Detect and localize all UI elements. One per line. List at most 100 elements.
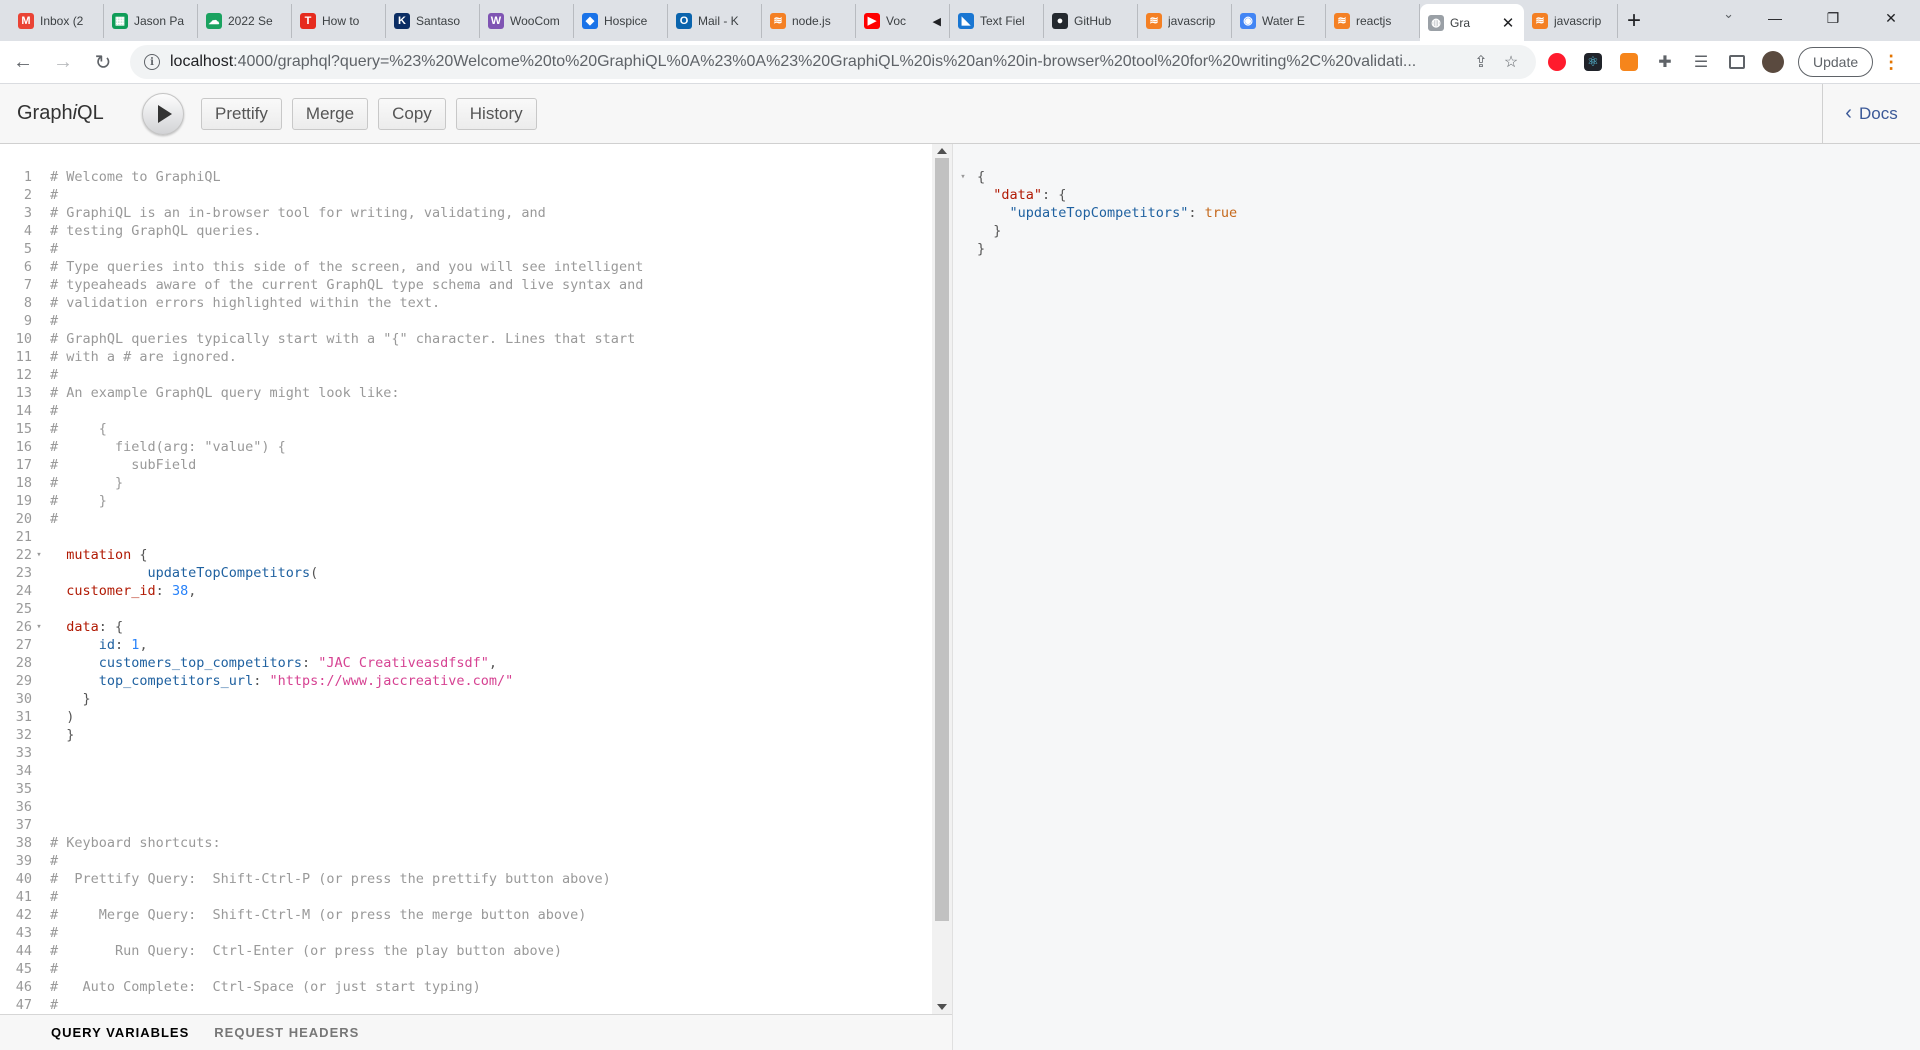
code-line: 44 # Run Query: Ctrl-Enter (or press the … — [0, 942, 643, 960]
browser-tab[interactable]: ◆ Hospice — [574, 4, 668, 38]
code-line: 28 customers_top_competitors: "JAC Creat… — [0, 654, 643, 672]
code-token: updateTopCompetitors — [50, 565, 311, 581]
side-panel-icon[interactable] — [1722, 47, 1752, 77]
code-token: ) — [50, 709, 75, 725]
code-token: # — [50, 853, 59, 869]
new-tab-button[interactable]: + — [1618, 4, 1650, 38]
opera-extension-icon[interactable] — [1542, 47, 1572, 77]
result-viewer[interactable]: ▾{ "data": { "updateTopCompetitors": tru… — [952, 144, 1920, 1050]
tabs-container: M Inbox (2 ▦ Jason Pa ☁ 2022 Se T How to K Santas… — [0, 4, 1618, 41]
browser-tab[interactable]: M Inbox (2 — [10, 4, 104, 38]
tab-title: reactjs — [1356, 14, 1392, 28]
scroll-up-icon[interactable] — [937, 148, 947, 154]
mui-icon: ◣ — [958, 13, 974, 29]
line-number: 15 — [15, 421, 32, 437]
browser-menu-icon[interactable]: ⋮ — [1879, 52, 1903, 73]
forward-icon[interactable]: → — [46, 45, 80, 79]
audio-playing-icon[interactable]: ◀ — [933, 15, 941, 28]
browser-tab[interactable]: ≋ reactjs — [1326, 4, 1420, 38]
line-number: 13 — [15, 385, 32, 401]
docs-button[interactable]: ‹ Docs — [1822, 84, 1920, 143]
query-editor[interactable]: 1 # Welcome to GraphiQL 2 #3 # GraphiQL is a… — [0, 144, 952, 1014]
browser-tab[interactable]: ≋ node.js — [762, 4, 856, 38]
code-token: # { — [50, 421, 107, 437]
site-info-icon[interactable]: i — [144, 54, 160, 70]
line-number: 16 — [15, 439, 32, 455]
browser-tab[interactable]: W WooCom — [480, 4, 574, 38]
extensions-puzzle-icon[interactable]: ✚ — [1650, 47, 1680, 77]
restore-icon[interactable]: ❐ — [1804, 0, 1862, 36]
profile-avatar[interactable] — [1758, 47, 1788, 77]
metamask-icon[interactable] — [1614, 47, 1644, 77]
tab-title: Santaso — [416, 14, 461, 28]
close-window-icon[interactable]: ✕ — [1862, 0, 1920, 36]
minimize-icon[interactable]: — — [1746, 0, 1804, 36]
browser-tab[interactable]: ◍ Gra ✕ — [1420, 4, 1524, 41]
url-text[interactable]: localhost:4000/graphql?query=%23%20Welco… — [170, 53, 1466, 71]
code-text: # GraphiQL is an in-browser tool for wri… — [46, 204, 546, 222]
reading-list-icon[interactable]: ☰ — [1686, 47, 1716, 77]
share-icon[interactable]: ⇪ — [1466, 52, 1496, 72]
run-query-button[interactable] — [142, 92, 184, 135]
code-text: # — [46, 510, 58, 528]
close-tab-icon[interactable]: ✕ — [1500, 14, 1516, 32]
browser-tab[interactable]: ▦ Jason Pa — [104, 4, 198, 38]
query-code-lines[interactable]: 1 # Welcome to GraphiQL 2 #3 # GraphiQL is a… — [0, 168, 644, 1014]
tab-search-icon[interactable]: ⌄ — [1723, 6, 1734, 22]
code-text: # — [46, 240, 58, 258]
tab-title: Water E — [1262, 14, 1305, 28]
code-line: 37 — [0, 816, 643, 834]
code-text: top_competitors_url: "https://www.jaccre… — [46, 672, 514, 690]
scrollbar-thumb[interactable] — [935, 158, 949, 921]
fold-toggle-icon[interactable]: ▾ — [953, 168, 973, 186]
editor-scrollbar[interactable] — [932, 144, 952, 1014]
browser-tab[interactable]: ▶ Voc ◀ — [856, 4, 950, 38]
browser-tab[interactable]: ≋ javascrip — [1524, 4, 1618, 38]
update-button[interactable]: Update — [1798, 47, 1874, 77]
code-text: # An example GraphQL query might look li… — [46, 384, 400, 402]
gmail-icon: M — [18, 13, 34, 29]
merge-button[interactable]: Merge — [291, 97, 369, 130]
browser-tab[interactable]: ◣ Text Fiel — [950, 4, 1044, 38]
code-text: data: { — [46, 618, 123, 636]
react-devtools-icon[interactable]: ⚛ — [1578, 47, 1608, 77]
prettify-button[interactable]: Prettify — [201, 97, 282, 130]
history-button[interactable]: History — [455, 97, 537, 130]
browser-tab[interactable]: O Mail - K — [668, 4, 762, 38]
code-line: 25 — [0, 600, 643, 618]
code-token: 38 — [171, 583, 189, 599]
request-headers-tab[interactable]: REQUEST HEADERS — [214, 1025, 359, 1040]
browser-tab[interactable]: T How to — [292, 4, 386, 38]
address-bar[interactable]: i localhost:4000/graphql?query=%23%20Wel… — [130, 45, 1536, 79]
code-text: # testing GraphQL queries. — [46, 222, 261, 240]
code-token: # — [50, 925, 59, 941]
browser-tab[interactable]: K Santaso — [386, 4, 480, 38]
line-number: 8 — [23, 295, 32, 311]
fold-toggle-icon[interactable]: ▾ — [32, 618, 46, 636]
copy-button[interactable]: Copy — [378, 97, 446, 130]
scroll-down-icon[interactable] — [937, 1004, 947, 1010]
line-number: 9 — [23, 313, 32, 329]
code-token: "data" — [977, 187, 1043, 203]
line-number: 39 — [15, 853, 32, 869]
code-text: # — [46, 186, 58, 204]
browser-tab[interactable]: ☁ 2022 Se — [198, 4, 292, 38]
code-line: 33 — [0, 744, 643, 762]
browser-tab[interactable]: ◉ Water E — [1232, 4, 1326, 38]
code-text: customers_top_competitors: "JAC Creative… — [46, 654, 497, 672]
tab-title: Text Fiel — [980, 14, 1025, 28]
code-line: 5 # — [0, 240, 643, 258]
browser-tab[interactable]: ● GitHub — [1044, 4, 1138, 38]
bookmark-star-icon[interactable]: ☆ — [1496, 52, 1526, 72]
code-line: "data": { — [953, 186, 1237, 204]
line-number: 34 — [15, 763, 32, 779]
k-icon: K — [394, 13, 410, 29]
browser-tab[interactable]: ≋ javascrip — [1138, 4, 1232, 38]
code-text: id: 1, — [46, 636, 148, 654]
fold-toggle-icon[interactable]: ▾ — [32, 546, 46, 564]
line-number: 4 — [23, 223, 32, 239]
back-icon[interactable]: ← — [6, 45, 40, 79]
reload-icon[interactable]: ↻ — [86, 45, 120, 79]
code-text: # { — [46, 420, 107, 438]
query-variables-tab[interactable]: QUERY VARIABLES — [51, 1025, 189, 1040]
